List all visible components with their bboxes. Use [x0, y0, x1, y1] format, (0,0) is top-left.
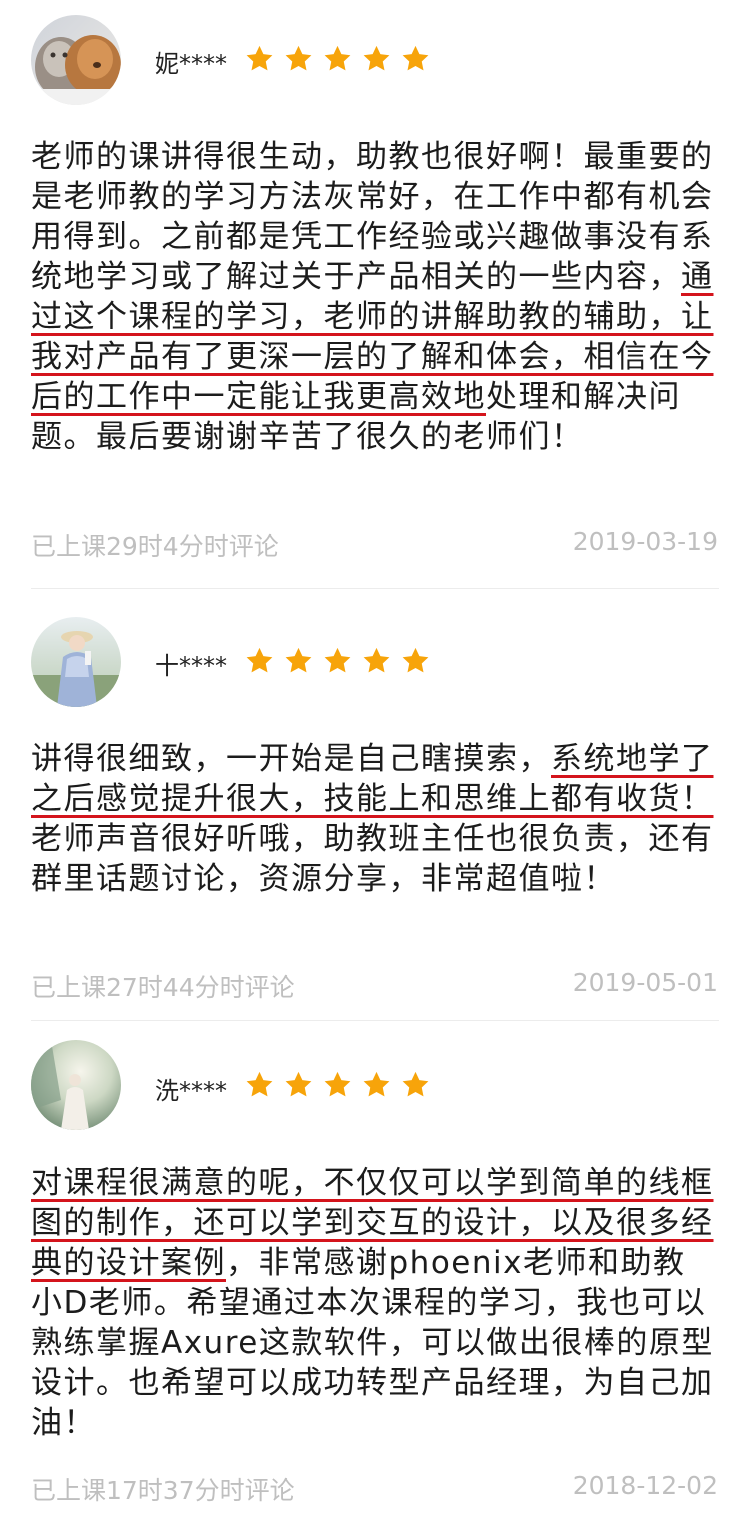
star-icon — [361, 44, 392, 74]
review-date: 2019-05-01 — [572, 968, 718, 997]
star-icon — [361, 1070, 392, 1100]
username[interactable]: 洗**** — [155, 1071, 227, 1106]
study-time: 已上课17时37分时评论 — [31, 1476, 295, 1505]
review-text-part: 讲得很细致，一开始是自己瞎摸索， — [31, 741, 551, 777]
star-icon — [322, 44, 353, 74]
star-icon — [322, 646, 353, 676]
star-rating — [244, 44, 431, 74]
review-date: 2019-03-19 — [572, 527, 718, 556]
star-icon — [244, 44, 275, 74]
user-avatar[interactable] — [31, 617, 121, 707]
username[interactable]: 十**** — [155, 646, 227, 681]
star-icon — [283, 646, 314, 676]
username[interactable]: 妮**** — [155, 44, 227, 79]
star-rating — [244, 646, 431, 676]
review-text: 讲得很细致，一开始是自己瞎摸索，系统地学了之后感觉提升很大，技能上和思维上都有收… — [31, 739, 717, 899]
review-date: 2018-12-02 — [572, 1471, 718, 1500]
star-icon — [244, 646, 275, 676]
review-text: 对课程很满意的呢，不仅仅可以学到简单的线框图的制作，还可以学到交互的设计，以及很… — [31, 1163, 717, 1443]
star-icon — [400, 646, 431, 676]
star-icon — [283, 44, 314, 74]
review-text-part: 老师的课讲得很生动，助教也很好啊！最重要的是老师教的学习方法灰常好，在工作中都有… — [31, 139, 714, 295]
review-text-part: 老师声音很好听哦，助教班主任也很负责，还有群里话题讨论，资源分享，非常超值啦！ — [31, 821, 714, 897]
star-icon — [400, 1070, 431, 1100]
divider — [31, 588, 719, 589]
study-time: 已上课27时44分时评论 — [31, 973, 295, 1002]
user-avatar[interactable] — [31, 15, 121, 105]
star-rating — [244, 1070, 431, 1100]
star-icon — [322, 1070, 353, 1100]
divider — [31, 1020, 719, 1021]
star-icon — [244, 1070, 275, 1100]
review-text: 老师的课讲得很生动，助教也很好啊！最重要的是老师教的学习方法灰常好，在工作中都有… — [31, 137, 717, 457]
user-avatar[interactable] — [31, 1040, 121, 1130]
star-icon — [400, 44, 431, 74]
star-icon — [283, 1070, 314, 1100]
study-time: 已上课29时4分时评论 — [31, 532, 279, 561]
star-icon — [361, 646, 392, 676]
